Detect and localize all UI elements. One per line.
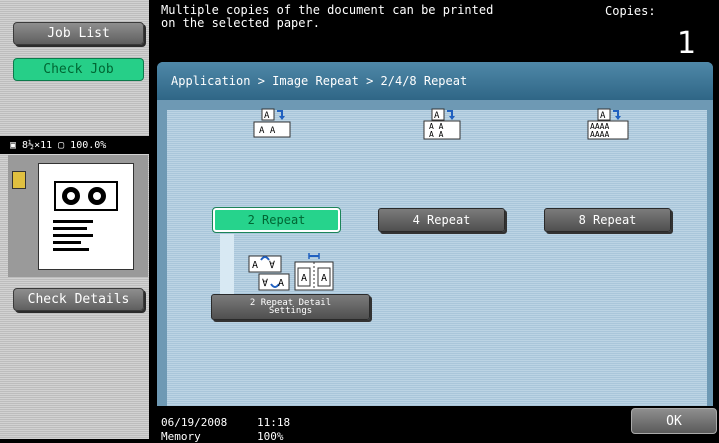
- preview-thumbnail-icon: [53, 181, 118, 251]
- repeat-detail-settings-button[interactable]: 2 Repeat Detail Settings: [211, 294, 370, 320]
- repeat-detail-settings-label: 2 Repeat Detail Settings: [249, 298, 332, 316]
- svg-text:A: A: [252, 260, 258, 271]
- preview-area: [8, 155, 148, 277]
- copies-label: Copies:: [605, 4, 656, 18]
- four-repeat-icon: A A A A A: [423, 108, 461, 140]
- eight-repeat-icon: A AAAA AAAA: [587, 108, 629, 140]
- detail-layout-icon: A ∀ ∀ A A A: [248, 253, 334, 291]
- page-icon: ▢: [58, 139, 65, 151]
- tray-icon: ▣: [10, 139, 17, 151]
- breadcrumb: Application > Image Repeat > 2/4/8 Repea…: [157, 62, 713, 100]
- date-display: 06/19/2008: [161, 416, 228, 429]
- svg-text:∀: ∀: [269, 260, 275, 271]
- copies-stack-icon: [12, 171, 26, 189]
- left-panel: Job List Check Job ▣ 8½×11 ▢ 100.0% Chec…: [0, 0, 149, 439]
- paper-status: ▣ 8½×11 ▢ 100.0%: [10, 138, 150, 152]
- svg-text:A: A: [264, 111, 270, 121]
- paper-size: 8½×11: [22, 139, 53, 151]
- svg-text:A A: A A: [429, 130, 444, 139]
- two-repeat-button[interactable]: 2 Repeat: [212, 207, 341, 233]
- instruction-message: Multiple copies of the document can be p…: [161, 3, 494, 30]
- svg-text:AAAA: AAAA: [590, 130, 609, 139]
- two-repeat-icon: A A A: [253, 108, 291, 138]
- job-list-button[interactable]: Job List: [13, 22, 144, 45]
- four-repeat-button[interactable]: 4 Repeat: [378, 208, 505, 232]
- copies-count: 1: [677, 26, 697, 61]
- memory-value: 100%: [257, 430, 284, 443]
- svg-text:A A: A A: [259, 126, 276, 136]
- svg-text:∀: ∀: [262, 278, 268, 289]
- svg-text:A: A: [600, 111, 606, 121]
- message-header: Multiple copies of the document can be p…: [149, 0, 719, 62]
- svg-text:A: A: [434, 111, 440, 121]
- svg-text:A: A: [301, 273, 307, 284]
- preview-page: [38, 163, 134, 270]
- ok-button[interactable]: OK: [631, 408, 717, 434]
- eight-repeat-button[interactable]: 8 Repeat: [544, 208, 671, 232]
- svg-text:A: A: [321, 273, 327, 284]
- check-details-button[interactable]: Check Details: [13, 288, 144, 311]
- footer-bar: 06/19/2008 11:18 Memory 100% OK: [149, 406, 719, 443]
- zoom-value: 100.0%: [70, 139, 107, 151]
- svg-text:A: A: [278, 278, 284, 289]
- check-job-button[interactable]: Check Job: [13, 58, 144, 81]
- time-display: 11:18: [257, 416, 291, 429]
- memory-label: Memory: [161, 430, 201, 443]
